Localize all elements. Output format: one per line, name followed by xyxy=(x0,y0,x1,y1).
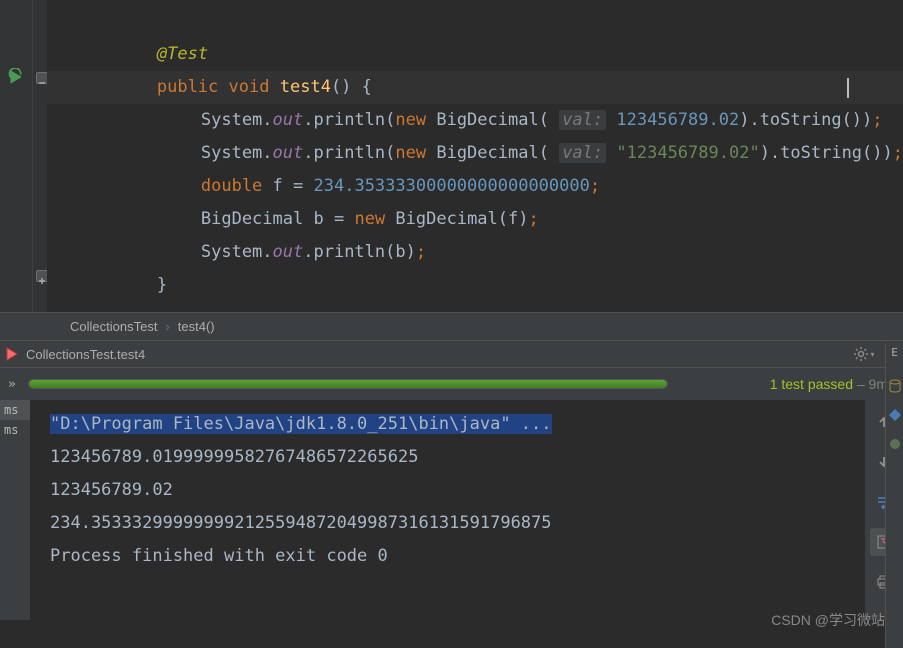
fold-close-icon[interactable] xyxy=(36,270,48,282)
fold-open-icon[interactable] xyxy=(36,72,48,84)
far-right-strip: E xyxy=(885,343,903,648)
editor-area: @Test public void test4() { System.out.p… xyxy=(0,0,903,312)
param-hint: val: xyxy=(559,110,606,130)
ms-tab[interactable]: ms xyxy=(0,420,30,440)
code-area[interactable]: @Test public void test4() { System.out.p… xyxy=(47,0,903,312)
far-right-label: E xyxy=(886,346,903,359)
cursor xyxy=(847,78,849,98)
db-icon[interactable] xyxy=(888,379,902,393)
run-tool-header: CollectionsTest.test4 ▾ xyxy=(0,340,903,368)
console-line: 234.353332999999992125594872049987316131… xyxy=(50,507,845,540)
expand-icon[interactable]: » xyxy=(8,377,16,392)
console-line: 123456789.02 xyxy=(50,474,845,507)
gutter-fold xyxy=(33,0,48,312)
console-command: "D:\Program Files\Java\jdk1.8.0_251\bin\… xyxy=(50,414,552,434)
test-progress-bar: » 1 test passed – 9ms xyxy=(0,368,903,400)
output-left-tabs: ms ms xyxy=(0,400,30,620)
bean-icon[interactable] xyxy=(888,437,902,451)
method-name: test4 xyxy=(280,77,331,97)
param-hint: val: xyxy=(559,143,606,163)
test-status: 1 test passed – 9ms xyxy=(770,376,895,392)
output-area: ms ms "D:\Program Files\Java\jdk1.8.0_25… xyxy=(0,400,903,620)
gutter-left xyxy=(0,0,33,312)
watermark: CSDN @学习微站 xyxy=(771,610,885,630)
progress-fill xyxy=(29,380,667,388)
kw-public: public xyxy=(157,77,218,97)
run-test-icon[interactable] xyxy=(6,68,24,86)
run-config-title: CollectionsTest.test4 xyxy=(26,347,145,362)
console-output[interactable]: "D:\Program Files\Java\jdk1.8.0_251\bin\… xyxy=(30,400,865,620)
console-line: 123456789.01999999582767486572265625 xyxy=(50,441,845,474)
breadcrumb-sep-icon: › xyxy=(165,319,169,334)
console-exit: Process finished with exit code 0 xyxy=(50,540,845,573)
annotation: @Test xyxy=(157,44,208,64)
kw-void: void xyxy=(229,77,270,97)
gear-icon[interactable]: ▾ xyxy=(851,343,877,365)
ms-tab-active[interactable]: ms xyxy=(0,400,30,420)
progress-bar xyxy=(28,379,668,389)
diamond-icon[interactable] xyxy=(888,408,902,422)
breadcrumb-method[interactable]: test4() xyxy=(178,319,215,334)
run-config-icon[interactable] xyxy=(4,346,20,362)
